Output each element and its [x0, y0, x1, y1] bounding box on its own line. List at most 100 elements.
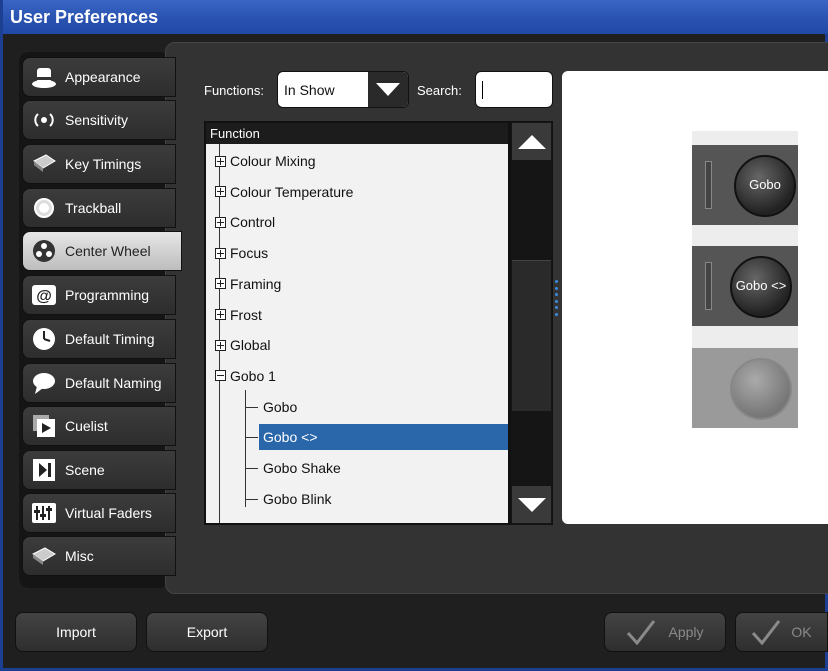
- apply-button[interactable]: Apply: [604, 612, 726, 652]
- preview-area: Gobo Gobo <>: [562, 71, 828, 524]
- preview-band: [692, 225, 798, 246]
- apply-label: Apply: [668, 624, 704, 640]
- tree-connector: [245, 498, 258, 500]
- ok-button[interactable]: OK: [735, 612, 828, 652]
- tree-item-label: Colour Mixing: [230, 153, 316, 169]
- tree-group-item[interactable]: Gobo 1: [215, 363, 495, 389]
- wheel-knob: [730, 358, 792, 420]
- ok-label: OK: [791, 624, 812, 640]
- sidebar-item-label: Virtual Faders: [65, 505, 152, 521]
- scroll-up-button[interactable]: [512, 123, 551, 160]
- expand-icon[interactable]: [215, 186, 226, 198]
- tree-item-label: Gobo: [263, 398, 298, 415]
- checkmark-icon: [627, 620, 656, 645]
- tree-group-item[interactable]: Colour Mixing: [215, 148, 495, 174]
- misc-icon: [29, 542, 59, 570]
- tree-item-label: Gobo Shake: [263, 460, 341, 476]
- expand-icon[interactable]: [215, 339, 226, 351]
- scroll-thumb[interactable]: [512, 260, 551, 411]
- arrow-up-icon: [517, 134, 546, 149]
- functions-select-value: In Show: [284, 82, 335, 98]
- tree-group-item[interactable]: Colour Temperature: [215, 179, 495, 205]
- sidebar-item-label: Trackball: [65, 200, 122, 216]
- cuelist-icon: [29, 412, 59, 440]
- wheel-icon: [29, 237, 59, 265]
- tile-label: Gobo: [749, 177, 781, 192]
- hat-icon: [29, 63, 59, 91]
- function-tree[interactable]: Function Colour Mixing Colour Temperature…: [204, 121, 510, 525]
- tree-leaf-item[interactable]: Gobo Shake: [259, 455, 463, 481]
- tree-item-label: Colour Temperature: [230, 183, 354, 200]
- expand-icon[interactable]: [215, 155, 226, 167]
- tree-leaf-item[interactable]: Gobo <>: [259, 424, 508, 451]
- sidebar-item-default-timing[interactable]: Default Timing: [22, 319, 176, 359]
- tree-scrollbar[interactable]: [510, 121, 553, 525]
- sidebar-item-trackball[interactable]: Trackball: [22, 188, 176, 228]
- key-icon: [29, 150, 59, 178]
- tree-item-label: Global: [230, 337, 271, 354]
- sidebar-item-label: Default Naming: [65, 375, 162, 391]
- import-button[interactable]: Import: [15, 612, 137, 652]
- splitter-handle[interactable]: [553, 280, 559, 316]
- tree-item-label: Control: [230, 214, 276, 231]
- tree-connector: [245, 406, 258, 408]
- expand-icon[interactable]: [215, 247, 226, 259]
- window-title: User Preferences: [10, 7, 159, 27]
- sidebar-item-misc[interactable]: Misc: [22, 536, 176, 576]
- wheel-knob: Gobo <>: [730, 256, 792, 318]
- tree-group-item[interactable]: Global: [215, 332, 495, 358]
- sidebar-item-label: Default Timing: [65, 331, 155, 347]
- function-column-header: Function: [206, 123, 508, 144]
- sidebar-item-sensitivity[interactable]: Sensitivity: [22, 100, 176, 140]
- sidebar-item-virtual-faders[interactable]: Virtual Faders: [22, 493, 176, 533]
- tree-group-item[interactable]: Control: [215, 209, 495, 235]
- signal-icon: [29, 106, 59, 134]
- search-input[interactable]: [475, 71, 553, 108]
- faders-icon: [29, 499, 59, 527]
- tree-leaf-item[interactable]: Gobo Blink: [259, 486, 463, 512]
- collapse-icon[interactable]: [215, 370, 226, 382]
- tree-connector: [245, 468, 258, 469]
- sidebar-item-label: Misc: [65, 548, 94, 564]
- expand-icon[interactable]: [215, 278, 226, 290]
- expand-icon[interactable]: [215, 309, 226, 320]
- tree-group-item[interactable]: Focus: [215, 240, 495, 266]
- tree-item-label: Gobo Blink: [263, 490, 332, 507]
- sidebar-item-programming[interactable]: @ Programming: [22, 275, 176, 315]
- programming-icon: @: [29, 281, 59, 309]
- function-tree-body: Colour Mixing Colour Temperature Control Fo…: [206, 144, 508, 523]
- arrow-down-icon: [517, 497, 546, 512]
- sidebar-item-scene[interactable]: Scene: [22, 450, 176, 490]
- functions-label: Functions:: [204, 83, 264, 98]
- preview-band: [692, 131, 798, 145]
- sidebar-item-label: Scene: [65, 462, 105, 478]
- fader-bar: [705, 161, 712, 209]
- preview-band: [692, 326, 798, 348]
- tile-label: Gobo <>: [735, 278, 787, 293]
- search-label: Search:: [417, 83, 462, 98]
- sidebar-item-appearance[interactable]: Appearance: [22, 57, 176, 97]
- dropdown-button[interactable]: [368, 72, 408, 107]
- sidebar-item-key-timings[interactable]: Key Timings: [22, 144, 176, 184]
- tree-leaf-item[interactable]: Gobo: [259, 394, 463, 420]
- expand-icon[interactable]: [215, 216, 226, 228]
- tree-group-item[interactable]: Framing: [215, 271, 495, 297]
- preview-tile-gobo[interactable]: Gobo: [692, 145, 798, 225]
- tree-connector: [245, 437, 258, 439]
- sidebar-item-label: Center Wheel: [65, 243, 151, 259]
- preview-tile-gobo-index[interactable]: Gobo <>: [692, 246, 798, 326]
- sidebar-item-default-naming[interactable]: Default Naming: [22, 363, 176, 403]
- scroll-down-button[interactable]: [512, 486, 551, 523]
- tree-group-item[interactable]: Frost: [215, 302, 495, 328]
- checkmark-icon: [752, 620, 781, 645]
- text-caret: [482, 81, 483, 99]
- sidebar-item-center-wheel[interactable]: Center Wheel: [22, 231, 182, 271]
- functions-select[interactable]: In Show: [277, 71, 409, 108]
- tree-item-label: Frost: [230, 306, 262, 323]
- tree-item-label: Gobo <>: [263, 429, 318, 446]
- sidebar-item-label: Appearance: [65, 69, 141, 85]
- export-button[interactable]: Export: [146, 612, 268, 652]
- sidebar-item-label: Programming: [65, 287, 150, 303]
- scene-icon: [29, 456, 59, 484]
- sidebar-item-cuelist[interactable]: Cuelist: [22, 406, 176, 446]
